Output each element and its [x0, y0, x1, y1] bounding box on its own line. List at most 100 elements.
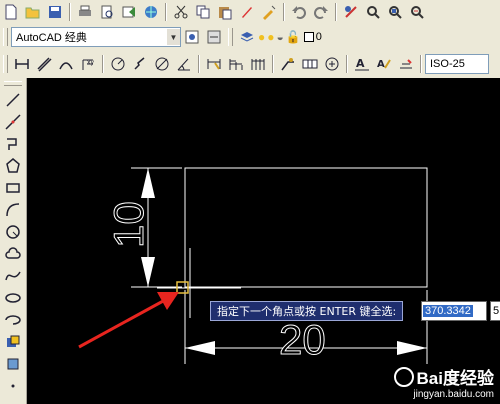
undo-icon[interactable]	[290, 3, 308, 21]
horizontal-dim-text: 20	[279, 316, 327, 363]
print-icon[interactable]	[76, 3, 94, 21]
arc-length-icon[interactable]	[57, 55, 75, 73]
dimension-style-value: ISO-25	[430, 58, 465, 70]
vertical-dim-arrow-bottom	[141, 257, 155, 287]
point-icon[interactable]	[2, 375, 24, 397]
separator	[69, 3, 71, 21]
layer-select[interactable]: ● ● ◒ 🔓 0	[258, 28, 368, 46]
chevron-down-icon[interactable]: ▼	[167, 29, 180, 45]
cut-icon[interactable]	[172, 3, 190, 21]
baseline-dimension-icon[interactable]	[227, 55, 245, 73]
dimension-style-select[interactable]: ISO-25	[425, 54, 489, 74]
revision-cloud-icon[interactable]	[2, 243, 24, 265]
lock-open-icon[interactable]: 🔓	[286, 30, 301, 44]
dynamic-input-x-value: 370.3342	[423, 305, 473, 317]
drawing-canvas[interactable]: 10 20 指定下一个角点或按 ENTER 键全选: 370.3342 5 Ba…	[27, 78, 500, 404]
drawn-rectangle[interactable]	[184, 167, 428, 288]
layer-viewport-icon[interactable]: ◒	[277, 30, 284, 44]
baidu-paw-icon	[393, 366, 414, 387]
construction-line-icon[interactable]	[2, 111, 24, 133]
separator	[420, 55, 422, 73]
workspace-select-value: AutoCAD 经典	[16, 32, 87, 44]
zoom-window-icon[interactable]	[386, 3, 404, 21]
line-icon[interactable]	[2, 89, 24, 111]
open-file-icon[interactable]	[24, 3, 42, 21]
toolbar-grip[interactable]	[4, 81, 22, 86]
make-block-icon[interactable]	[2, 353, 24, 375]
polyline-icon[interactable]	[2, 133, 24, 155]
sun-icon[interactable]: ●	[267, 30, 274, 44]
new-file-icon[interactable]	[2, 3, 20, 21]
ordinate-dimension-icon[interactable]: xy	[79, 55, 97, 73]
toolbar-grip[interactable]	[3, 28, 8, 46]
match-properties-icon[interactable]	[238, 3, 256, 21]
block-editor-icon[interactable]	[260, 3, 278, 21]
continue-dimension-icon[interactable]	[249, 55, 267, 73]
separator	[283, 3, 285, 21]
dimension-toolbar: xy A A ISO-25	[0, 50, 500, 79]
zoom-realtime-icon[interactable]	[364, 3, 382, 21]
paste-icon[interactable]	[216, 3, 234, 21]
workspace-toggle-icon[interactable]	[205, 28, 223, 46]
dynamic-input-y-field[interactable]: 5	[490, 301, 500, 321]
quick-dimension-icon[interactable]	[205, 55, 223, 73]
separator	[102, 55, 104, 73]
aligned-dimension-icon[interactable]	[35, 55, 53, 73]
dimension-edit-icon[interactable]: A	[353, 55, 371, 73]
separator	[335, 3, 337, 21]
rectangle-icon[interactable]	[2, 177, 24, 199]
vertical-dim-text: 10	[105, 201, 153, 249]
ellipse-arc-icon[interactable]	[2, 309, 24, 331]
svg-text:xy: xy	[87, 59, 95, 66]
separator	[165, 3, 167, 21]
baidu-jingyan-watermark: Bai度经验 jingyan.baidu.com	[393, 364, 494, 400]
plot-icon[interactable]	[142, 3, 160, 21]
separator	[198, 55, 200, 73]
layer-select-value: 0	[315, 31, 322, 43]
light-bulb-icon[interactable]: ●	[258, 30, 265, 44]
workspace-select[interactable]: AutoCAD 经典 ▼	[11, 27, 181, 47]
publish-icon[interactable]	[120, 3, 138, 21]
dynamic-input-prompt: 指定下一个角点或按 ENTER 键全选:	[210, 301, 404, 321]
diameter-dimension-icon[interactable]	[153, 55, 171, 73]
jogged-dimension-icon[interactable]	[131, 55, 149, 73]
layer-properties-icon[interactable]	[238, 28, 256, 46]
copy-icon[interactable]	[194, 3, 212, 21]
svg-text:A: A	[377, 59, 385, 70]
horizontal-dim-arrow-left	[185, 341, 215, 355]
annotation-arrow-shaft	[78, 298, 166, 349]
workspace-layer-toolbar: AutoCAD 经典 ▼ ● ● ◒ 🔓 0	[0, 24, 500, 51]
draw-toolbar	[0, 78, 27, 404]
toolbar-grip[interactable]	[3, 55, 8, 73]
redo-icon[interactable]	[312, 3, 330, 21]
dimension-text-edit-icon[interactable]: A	[375, 55, 393, 73]
watermark-url: jingyan.baidu.com	[413, 389, 494, 400]
radius-dimension-icon[interactable]	[109, 55, 127, 73]
print-preview-icon[interactable]	[98, 3, 116, 21]
insert-block-icon[interactable]	[2, 331, 24, 353]
circle-icon[interactable]	[2, 221, 24, 243]
linear-dimension-icon[interactable]	[13, 55, 31, 73]
zoom-previous-icon[interactable]	[408, 3, 426, 21]
svg-text:A: A	[356, 57, 365, 70]
save-icon[interactable]	[46, 3, 64, 21]
quick-leader-icon[interactable]	[279, 55, 297, 73]
workspace-settings-icon[interactable]	[183, 28, 201, 46]
polygon-icon[interactable]	[2, 155, 24, 177]
toolbar-grip[interactable]	[228, 28, 233, 46]
drawing-geometry	[78, 167, 428, 364]
center-mark-icon[interactable]	[323, 55, 341, 73]
tolerance-icon[interactable]	[301, 55, 319, 73]
layer-color-swatch	[303, 32, 314, 42]
arc-icon[interactable]	[2, 199, 24, 221]
dynamic-input-x-field[interactable]: 370.3342	[421, 301, 487, 321]
spline-icon[interactable]	[2, 265, 24, 287]
watermark-brand: Bai度经验	[416, 369, 494, 388]
separator	[272, 55, 274, 73]
angular-dimension-icon[interactable]	[175, 55, 193, 73]
pan-icon[interactable]	[342, 3, 360, 21]
dimension-update-icon[interactable]	[397, 55, 415, 73]
ellipse-icon[interactable]	[2, 287, 24, 309]
separator	[346, 55, 348, 73]
standard-toolbar	[0, 0, 500, 25]
